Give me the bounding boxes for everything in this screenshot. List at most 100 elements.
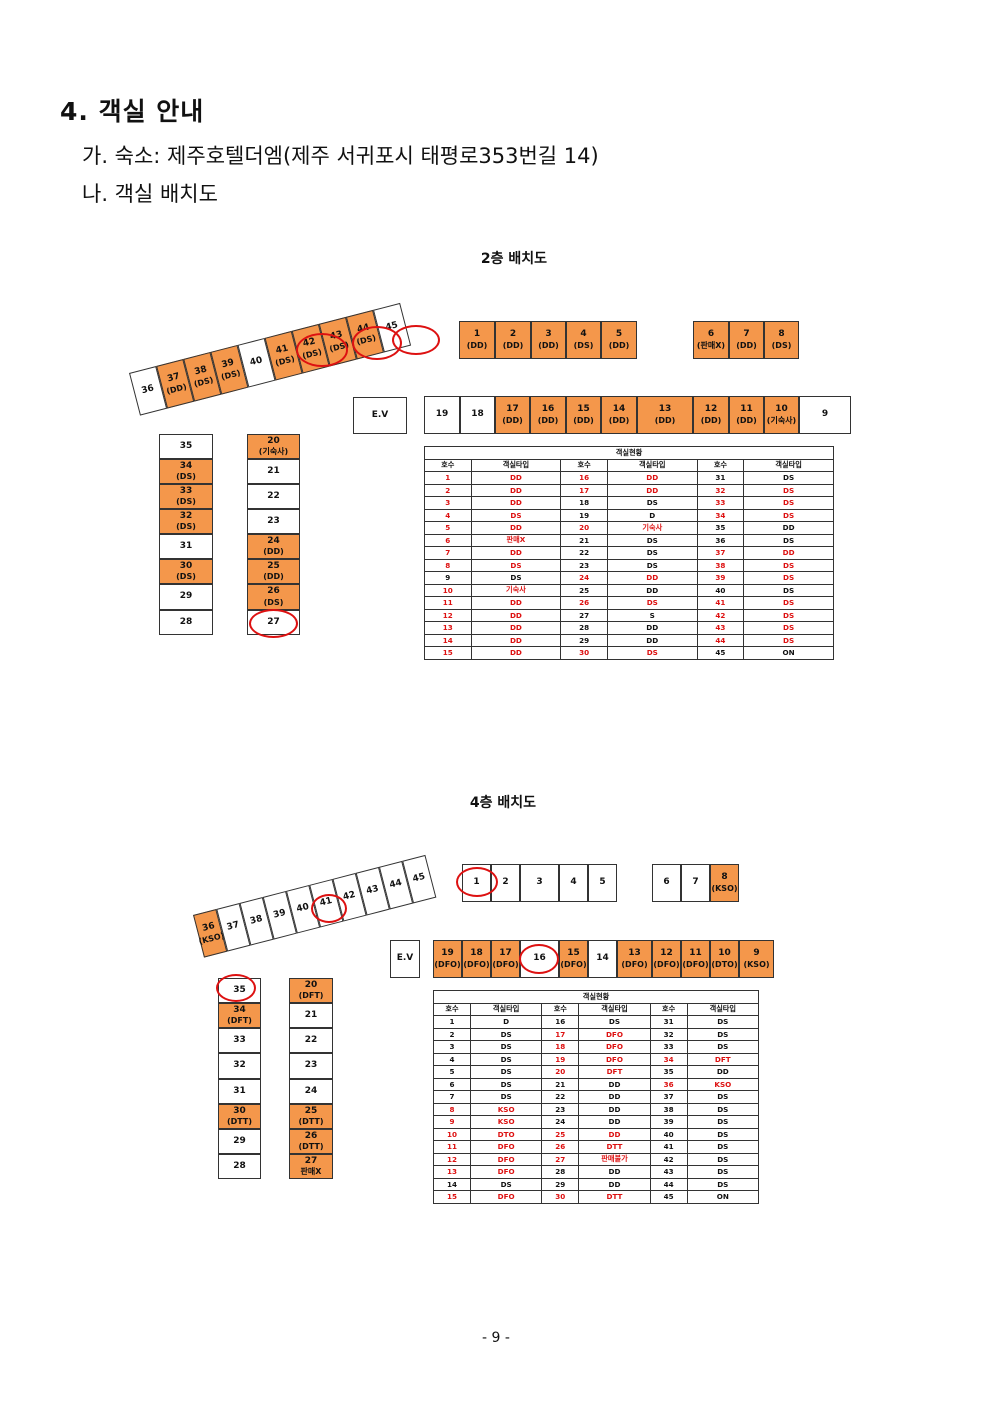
table-cell: DS (606, 533, 698, 547)
table-caption: 객실현황 (433, 990, 759, 1004)
room-1: 1 (DD) (459, 321, 495, 359)
table-cell: DS (686, 1140, 760, 1154)
table-row: 7 DS 22 DD 37 DS (433, 1090, 760, 1104)
table-row: 5 DD 20 기숙사 35 DD (424, 521, 834, 535)
table-cell: 4 (433, 1052, 471, 1066)
table-cell: DD (606, 633, 698, 647)
table-cell: DFO (469, 1152, 543, 1166)
table-cell: 20 (560, 521, 608, 535)
room-5: 5 (588, 864, 617, 902)
room-27: 27 판매X (289, 1154, 333, 1179)
room-14: 14 (588, 940, 617, 978)
table-header: 호수 (560, 458, 608, 472)
table-row: 10 DTO 25 DD 40 DS (433, 1127, 760, 1141)
table-row: 5 DS 20 DFT 35 DD (433, 1065, 760, 1079)
table-cell: 34 (649, 1052, 688, 1066)
table-cell: 45 (649, 1190, 688, 1204)
table-cell: DS (743, 583, 834, 597)
table-cell: DD (470, 596, 562, 610)
table-row: 15 DFO 30 DTT 45 ON (433, 1190, 760, 1204)
table-cell: 42 (649, 1152, 688, 1166)
table-cell: 4 (424, 508, 472, 522)
circle-room-1 (456, 867, 498, 897)
table-row: 8 DS 23 DS 38 DS (424, 558, 834, 572)
room-23: 23 (289, 1053, 333, 1079)
room-19: 19 (DFO) (433, 940, 462, 978)
table-cell: 39 (696, 571, 745, 585)
circle-room-42 (296, 333, 348, 367)
circle-room-35 (216, 974, 256, 1002)
table-cell: 26 (541, 1140, 580, 1154)
table-cell: DS (578, 1015, 651, 1029)
room-18: 18 (DFO) (462, 940, 491, 978)
table-row: 3 DS 18 DFO 33 DS (433, 1040, 760, 1054)
room-32: 32 (DS) (159, 509, 213, 534)
room-17: 17 (DD) (495, 396, 530, 434)
table-header: 객실타입 (470, 458, 562, 472)
table-cell: DS (686, 1102, 760, 1116)
table-cell: ON (743, 646, 834, 660)
room-20: 20 (기숙사) (247, 434, 300, 459)
table-row: 12 DFO 27 판매불가 42 DS (433, 1152, 760, 1166)
table-row: 6 DS 21 DD 36 KSO (433, 1077, 760, 1091)
room-12: 12 (DFO) (652, 940, 681, 978)
room-8: 8 (KSO) (710, 864, 739, 902)
room-33: 33 (DS) (159, 484, 213, 509)
table-cell: DD (606, 483, 698, 497)
table-cell: 14 (424, 633, 472, 647)
table-caption: 객실현황 (424, 446, 834, 460)
table-cell: 34 (696, 508, 745, 522)
table-cell: DD (578, 1127, 651, 1141)
table-cell: DD (606, 621, 698, 635)
table-cell: 32 (649, 1027, 688, 1041)
table-cell: DD (578, 1090, 651, 1104)
table-cell: 2 (424, 483, 472, 497)
circle-room-16 (519, 944, 559, 974)
table-row: 9 DS 24 DD 39 DS (424, 571, 834, 585)
table-row: 12 DD 27 S 42 DS (424, 608, 834, 622)
table-cell: DD (470, 633, 562, 647)
table-header: 호수 (541, 1002, 580, 1016)
room-10: 10 (DTO) (710, 940, 739, 978)
table-cell: 3 (424, 496, 472, 510)
room-15: 15 (DFO) (559, 940, 588, 978)
accommodation-line: 가. 숙소: 제주호텔더엠(제주 서귀포시 태평로353번길 14) (82, 144, 599, 168)
table-cell: 10 (424, 583, 472, 597)
table-cell: DD (470, 608, 562, 622)
table-cell: DD (743, 546, 834, 560)
table-row: 2 DD 17 DD 32 DS (424, 483, 834, 497)
table-header: 호수 (433, 1002, 471, 1016)
table-cell: 29 (560, 633, 608, 647)
table-cell: DS (686, 1027, 760, 1041)
room-31: 31 (218, 1079, 261, 1104)
table-cell: DD (470, 546, 562, 560)
room-18: 18 (460, 396, 495, 434)
table-cell: 18 (560, 496, 608, 510)
room-33: 33 (218, 1028, 261, 1053)
table-cell: 38 (649, 1102, 688, 1116)
table-cell: DS (606, 496, 698, 510)
table-header: 호수 (424, 458, 472, 472)
table-cell: DFO (469, 1190, 543, 1204)
table-cell: 22 (541, 1090, 580, 1104)
table-cell: 42 (696, 608, 745, 622)
table-cell: DD (470, 646, 562, 660)
table-cell: DFO (578, 1052, 651, 1066)
room-21: 21 (289, 1003, 333, 1028)
table-cell: 11 (424, 596, 472, 610)
table-cell: 25 (541, 1127, 580, 1141)
table-cell: 21 (541, 1077, 580, 1091)
table-header: 객실타입 (469, 1002, 543, 1016)
room-13: 13 (DD) (637, 396, 693, 434)
table-cell: 39 (649, 1115, 688, 1129)
table-cell: DFO (469, 1140, 543, 1154)
table-cell: DS (686, 1040, 760, 1054)
table-cell: 기숙사 (470, 583, 562, 597)
table-cell: 3 (433, 1040, 471, 1054)
table-cell: DS (686, 1015, 760, 1029)
room-8: 8 (DS) (764, 321, 799, 359)
table-cell: DS (743, 608, 834, 622)
table-cell: 11 (433, 1140, 471, 1154)
table-cell: 40 (696, 583, 745, 597)
floor4-status-table: 객실현황 호수 객실타입 호수 객실타입 호수 객실타입 1 D 16 DS 31 DS 2 DS 17 DFO… (433, 990, 760, 1204)
